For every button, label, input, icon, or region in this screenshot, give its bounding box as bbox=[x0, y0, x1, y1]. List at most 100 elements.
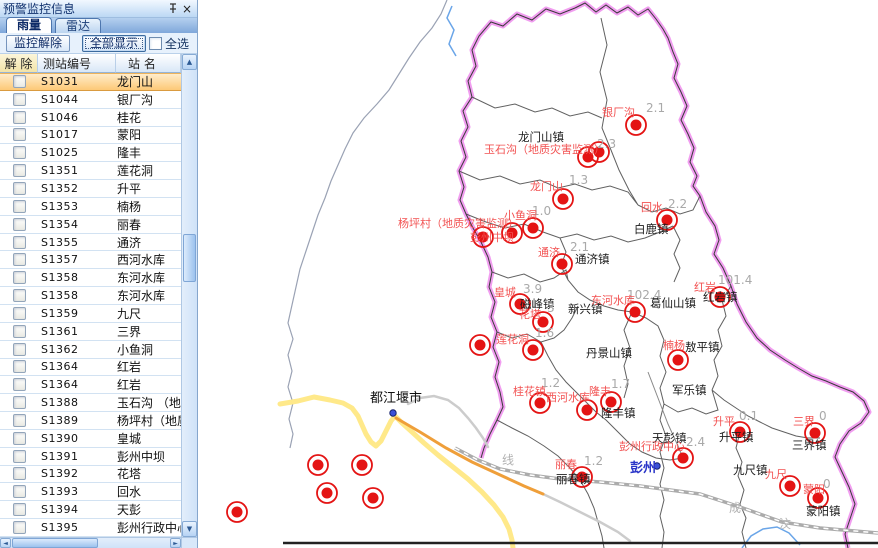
table-row[interactable]: S1389杨坪村（地质... bbox=[0, 412, 181, 430]
table-row[interactable]: S1352升平 bbox=[0, 180, 181, 198]
release-checkbox[interactable] bbox=[13, 414, 26, 427]
station-marker-dot[interactable] bbox=[557, 259, 568, 270]
header-station-name[interactable]: 站 名 bbox=[116, 54, 181, 73]
table-row[interactable]: S1031龙门山 bbox=[0, 73, 181, 91]
map-town-label: 蒙阳镇 bbox=[806, 504, 841, 518]
scroll-right-button[interactable]: ► bbox=[170, 538, 181, 548]
map-city-label: 彭州 bbox=[630, 460, 656, 476]
table-row[interactable]: S1364红岩 bbox=[0, 359, 181, 377]
station-marker-dot[interactable] bbox=[528, 345, 539, 356]
table-row[interactable]: S1358东河水库 bbox=[0, 269, 181, 287]
station-marker-dot[interactable] bbox=[630, 307, 641, 318]
station-marker-dot[interactable] bbox=[357, 460, 368, 471]
table-row[interactable]: S1392花塔 bbox=[0, 466, 181, 484]
horizontal-scroll-thumb[interactable] bbox=[12, 538, 98, 548]
release-checkbox[interactable] bbox=[13, 218, 26, 231]
table-row[interactable]: S1391彭州中坝 bbox=[0, 448, 181, 466]
station-marker-dot[interactable] bbox=[631, 120, 642, 131]
station-marker-dot[interactable] bbox=[475, 340, 486, 351]
table-row[interactable]: S1357西河水库 bbox=[0, 251, 181, 269]
map-value-label: 2.4 bbox=[686, 435, 705, 449]
release-checkbox[interactable] bbox=[13, 111, 26, 124]
close-icon[interactable]: × bbox=[180, 2, 194, 16]
station-marker-dot[interactable] bbox=[673, 355, 684, 366]
table-row[interactable]: S1364红岩 bbox=[0, 376, 181, 394]
table-row[interactable]: S1361三界 bbox=[0, 323, 181, 341]
release-checkbox[interactable] bbox=[13, 289, 26, 302]
station-marker-dot[interactable] bbox=[785, 481, 796, 492]
release-checkbox[interactable] bbox=[13, 307, 26, 320]
release-cell bbox=[0, 146, 38, 159]
release-checkbox[interactable] bbox=[13, 432, 26, 445]
station-marker-dot[interactable] bbox=[368, 493, 379, 504]
release-checkbox[interactable] bbox=[13, 253, 26, 266]
table-row[interactable]: S1388玉石沟 （地... bbox=[0, 394, 181, 412]
station-marker-dot[interactable] bbox=[232, 507, 243, 518]
table-row[interactable]: S1355通济 bbox=[0, 234, 181, 252]
show-all-button[interactable]: 全部显示 bbox=[82, 35, 146, 52]
table-row[interactable]: S1353楠杨 bbox=[0, 198, 181, 216]
release-checkbox[interactable] bbox=[13, 164, 26, 177]
table-row[interactable]: S1359九尺 bbox=[0, 305, 181, 323]
release-checkbox[interactable] bbox=[13, 75, 26, 88]
header-release[interactable]: 解 除 bbox=[0, 54, 38, 73]
map-value-label: 3 bbox=[547, 301, 555, 315]
select-all-group: 全选 bbox=[149, 35, 189, 52]
vertical-scroll-thumb[interactable] bbox=[183, 234, 196, 282]
table-row[interactable]: S1017蒙阳 bbox=[0, 127, 181, 145]
table-row[interactable]: S1351莲花洞 bbox=[0, 162, 181, 180]
station-name: 杨坪村（地质... bbox=[117, 412, 181, 429]
release-checkbox[interactable] bbox=[13, 521, 26, 534]
pin-icon[interactable] bbox=[166, 2, 180, 16]
station-marker-dot[interactable] bbox=[678, 453, 689, 464]
vertical-scrollbar[interactable]: ▲ ▼ bbox=[181, 54, 197, 537]
station-id: S1025 bbox=[38, 146, 117, 159]
release-checkbox[interactable] bbox=[13, 360, 26, 373]
table-row[interactable]: S1390皇城 bbox=[0, 430, 181, 448]
release-checkbox[interactable] bbox=[13, 93, 26, 106]
select-all-label: 全选 bbox=[165, 35, 189, 52]
table-row[interactable]: S1354丽春 bbox=[0, 216, 181, 234]
station-marker-dot[interactable] bbox=[558, 194, 569, 205]
release-checkbox[interactable] bbox=[13, 128, 26, 141]
scroll-up-button[interactable]: ▲ bbox=[182, 54, 197, 70]
horizontal-scrollbar[interactable]: ◄ ► bbox=[0, 537, 181, 548]
header-station-id[interactable]: 测站编号 bbox=[38, 54, 116, 73]
release-checkbox[interactable] bbox=[13, 236, 26, 249]
station-marker-dot[interactable] bbox=[535, 398, 546, 409]
release-checkbox[interactable] bbox=[13, 503, 26, 516]
select-all-checkbox[interactable] bbox=[149, 37, 162, 50]
station-marker-dot[interactable] bbox=[810, 428, 821, 439]
release-checkbox[interactable] bbox=[13, 146, 26, 159]
scroll-left-button[interactable]: ◄ bbox=[0, 538, 11, 548]
tab-radar[interactable]: 雷达 bbox=[55, 18, 101, 33]
tab-rainfall[interactable]: 雨量 bbox=[6, 17, 52, 33]
table-row[interactable]: S1395彭州行政中心 bbox=[0, 519, 181, 537]
release-checkbox[interactable] bbox=[13, 271, 26, 284]
station-rows: S1031龙门山S1044银厂沟S1046桂花S1017蒙阳S1025隆丰S13… bbox=[0, 73, 181, 537]
table-row[interactable]: S1025隆丰 bbox=[0, 144, 181, 162]
scroll-down-button[interactable]: ▼ bbox=[182, 521, 197, 537]
table-row[interactable]: S1362小鱼洞 bbox=[0, 341, 181, 359]
release-checkbox[interactable] bbox=[13, 450, 26, 463]
table-row[interactable]: S1358东河水库 bbox=[0, 287, 181, 305]
station-marker-dot[interactable] bbox=[528, 223, 539, 234]
table-row[interactable]: S1046桂花 bbox=[0, 109, 181, 127]
release-checkbox[interactable] bbox=[13, 485, 26, 498]
release-checkbox[interactable] bbox=[13, 467, 26, 480]
release-checkbox[interactable] bbox=[13, 396, 26, 409]
map-station-label: 九尺 bbox=[765, 468, 787, 481]
release-checkbox[interactable] bbox=[13, 325, 26, 338]
map-station-label: 彭州行政中心 bbox=[619, 439, 685, 453]
station-marker-dot[interactable] bbox=[322, 488, 333, 499]
table-row[interactable]: S1044银厂沟 bbox=[0, 91, 181, 109]
release-checkbox[interactable] bbox=[13, 343, 26, 356]
release-monitor-button[interactable]: 监控解除 bbox=[6, 35, 70, 52]
release-checkbox[interactable] bbox=[13, 200, 26, 213]
station-marker-dot[interactable] bbox=[582, 405, 593, 416]
station-marker-dot[interactable] bbox=[313, 460, 324, 471]
table-row[interactable]: S1393回水 bbox=[0, 483, 181, 501]
release-checkbox[interactable] bbox=[13, 378, 26, 391]
release-checkbox[interactable] bbox=[13, 182, 26, 195]
table-row[interactable]: S1394天彭 bbox=[0, 501, 181, 519]
